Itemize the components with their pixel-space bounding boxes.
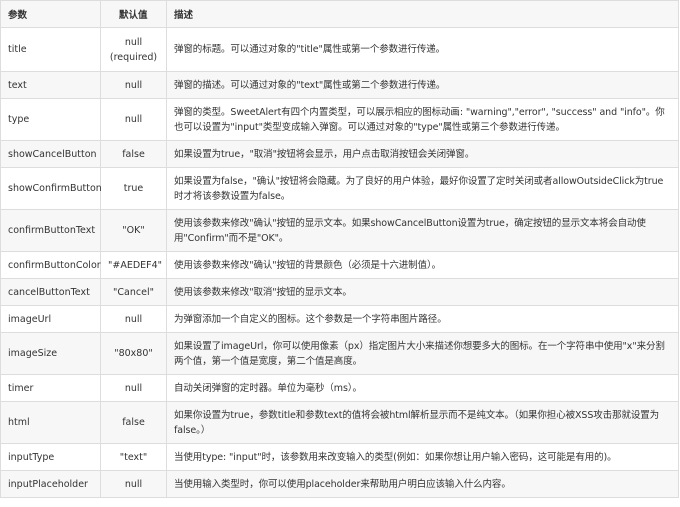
param-name: type bbox=[0, 98, 101, 141]
table-row: showCancelButton false 如果设置为true，"取消"按钮将… bbox=[0, 140, 679, 168]
param-default: null bbox=[100, 374, 167, 402]
param-name: html bbox=[0, 401, 101, 444]
param-default: null bbox=[100, 470, 167, 498]
table-row: showConfirmButton true 如果设置为false，"确认"按钮… bbox=[0, 167, 679, 210]
parameters-table: 参数 默认值 描述 title null (required) 弹窗的标题。可以… bbox=[0, 0, 679, 498]
param-name: title bbox=[0, 27, 101, 72]
table-row: confirmButtonText "OK" 使用该参数来修改"确认"按钮的显示… bbox=[0, 209, 679, 252]
param-default: null bbox=[100, 98, 167, 141]
param-desc: 为弹窗添加一个自定义的图标。这个参数是一个字符串图片路径。 bbox=[166, 305, 679, 333]
table-row: imageSize "80x80" 如果设置了imageUrl，你可以使用像素（… bbox=[0, 332, 679, 375]
table-row: cancelButtonText "Cancel" 使用该参数来修改"取消"按钮… bbox=[0, 278, 679, 306]
param-name: imageSize bbox=[0, 332, 101, 375]
table-body: title null (required) 弹窗的标题。可以通过对象的"titl… bbox=[0, 27, 679, 498]
param-default: null bbox=[100, 305, 167, 333]
param-name: showConfirmButton bbox=[0, 167, 102, 210]
table-header-row: 参数 默认值 描述 bbox=[0, 0, 679, 28]
header-desc: 描述 bbox=[166, 0, 679, 28]
param-default: false bbox=[100, 140, 167, 168]
table-row: html false 如果你设置为true，参数title和参数text的值将会… bbox=[0, 401, 679, 444]
table-row: text null 弹窗的描述。可以通过对象的"text"属性或第二个参数进行传… bbox=[0, 71, 679, 99]
param-desc: 弹窗的标题。可以通过对象的"title"属性或第一个参数进行传递。 bbox=[166, 27, 679, 72]
param-desc: 使用该参数来修改"取消"按钮的显示文本。 bbox=[166, 278, 679, 306]
param-desc: 如果设置了imageUrl，你可以使用像素（px）指定图片大小来描述你想要多大的… bbox=[166, 332, 679, 375]
header-param: 参数 bbox=[0, 0, 101, 28]
param-name: inputPlaceholder bbox=[0, 470, 101, 498]
param-default: null bbox=[100, 71, 167, 99]
param-desc: 弹窗的类型。SweetAlert有四个内置类型，可以展示相应的图标动画: "wa… bbox=[166, 98, 679, 141]
param-desc: 弹窗的描述。可以通过对象的"text"属性或第二个参数进行传递。 bbox=[166, 71, 679, 99]
param-default: "80x80" bbox=[100, 332, 167, 375]
param-name: timer bbox=[0, 374, 101, 402]
param-desc: 当使用输入类型时，你可以使用placeholder来帮助用户明白应该输入什么内容… bbox=[166, 470, 679, 498]
table-row: timer null 自动关闭弹窗的定时器。单位为毫秒（ms）。 bbox=[0, 374, 679, 402]
table-row: inputType "text" 当使用type: "input"时，该参数用来… bbox=[0, 443, 679, 471]
param-default: null (required) bbox=[100, 27, 167, 72]
param-name: text bbox=[0, 71, 101, 99]
param-default: "text" bbox=[100, 443, 167, 471]
param-name: imageUrl bbox=[0, 305, 101, 333]
table-row: confirmButtonColor "#AEDEF4" 使用该参数来修改"确认… bbox=[0, 251, 679, 279]
param-name: showCancelButton bbox=[0, 140, 101, 168]
param-desc: 当使用type: "input"时，该参数用来改变输入的类型(例如：如果你想让用… bbox=[166, 443, 679, 471]
param-desc: 如果你设置为true，参数title和参数text的值将会被html解析显示而不… bbox=[166, 401, 679, 444]
param-default: true bbox=[100, 167, 167, 210]
param-desc: 自动关闭弹窗的定时器。单位为毫秒（ms）。 bbox=[166, 374, 679, 402]
param-default: "Cancel" bbox=[100, 278, 167, 306]
table-row: type null 弹窗的类型。SweetAlert有四个内置类型，可以展示相应… bbox=[0, 98, 679, 141]
param-default: "#AEDEF4" bbox=[100, 251, 167, 279]
param-default: false bbox=[100, 401, 167, 444]
param-desc: 如果设置为false，"确认"按钮将会隐藏。为了良好的用户体验，最好你设置了定时… bbox=[166, 167, 679, 210]
param-desc: 使用该参数来修改"确认"按钮的背景颜色（必须是十六进制值）。 bbox=[166, 251, 679, 279]
param-name: confirmButtonColor bbox=[0, 251, 101, 279]
param-desc: 使用该参数来修改"确认"按钮的显示文本。如果showCancelButton设置… bbox=[166, 209, 679, 252]
table-row: imageUrl null 为弹窗添加一个自定义的图标。这个参数是一个字符串图片… bbox=[0, 305, 679, 333]
param-default: "OK" bbox=[100, 209, 167, 252]
param-name: cancelButtonText bbox=[0, 278, 101, 306]
param-name: confirmButtonText bbox=[0, 209, 101, 252]
header-default: 默认值 bbox=[100, 0, 167, 28]
table-row: title null (required) 弹窗的标题。可以通过对象的"titl… bbox=[0, 27, 679, 72]
param-name: inputType bbox=[0, 443, 101, 471]
table-row: inputPlaceholder null 当使用输入类型时，你可以使用plac… bbox=[0, 470, 679, 498]
param-desc: 如果设置为true，"取消"按钮将会显示，用户点击取消按钮会关闭弹窗。 bbox=[166, 140, 679, 168]
